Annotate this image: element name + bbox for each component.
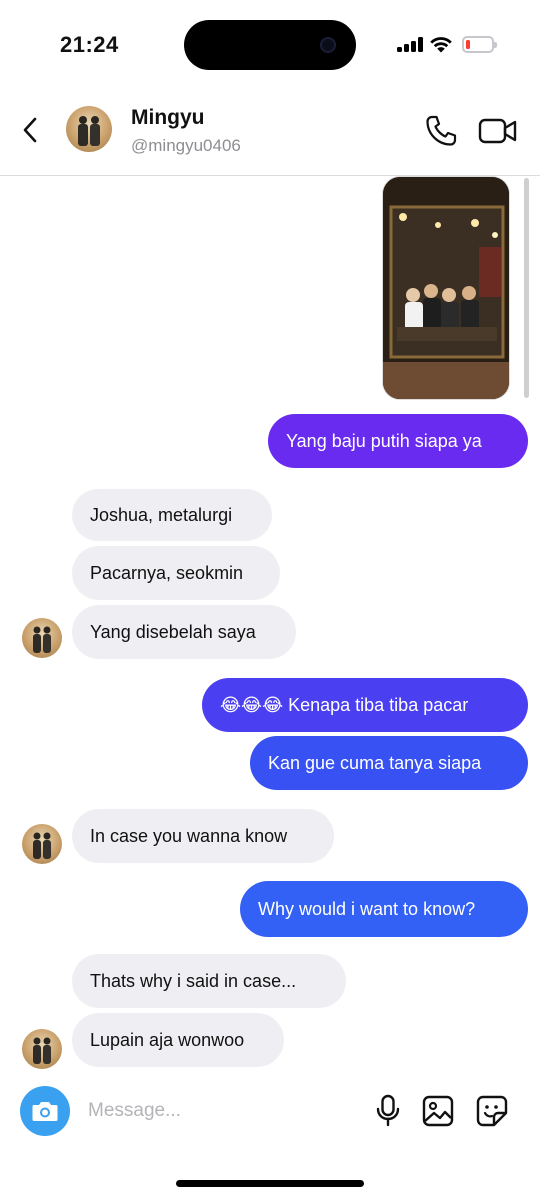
video-call-button[interactable] xyxy=(478,116,518,146)
back-button[interactable] xyxy=(16,112,44,148)
front-camera-icon xyxy=(320,37,336,53)
message-bubble-incoming[interactable]: Pacarnya, seokmin xyxy=(72,546,280,600)
contact-avatar[interactable] xyxy=(66,106,112,152)
camera-button[interactable] xyxy=(20,1086,70,1136)
image-icon xyxy=(422,1095,454,1127)
voice-call-button[interactable] xyxy=(424,114,458,148)
camera-icon xyxy=(32,1102,58,1121)
message-bubble-outgoing[interactable]: 😂😂😂 Kenapa tiba tiba pacar xyxy=(202,678,528,732)
shared-photo[interactable] xyxy=(382,176,510,400)
microphone-icon xyxy=(376,1094,400,1127)
message-bubble-incoming[interactable]: In case you wanna know xyxy=(72,809,334,863)
status-time: 21:24 xyxy=(60,32,119,57)
battery-low-icon xyxy=(462,36,497,53)
sticker-icon xyxy=(476,1095,508,1127)
contact-avatar-small[interactable] xyxy=(22,824,62,864)
wifi-icon xyxy=(430,37,452,53)
contact-handle: @mingyu0406 xyxy=(131,136,241,155)
contact-avatar-small[interactable] xyxy=(22,618,62,658)
message-bubble-outgoing[interactable]: Yang baju putih siapa ya xyxy=(268,414,528,468)
message-bubble-incoming[interactable]: Yang disebelah saya xyxy=(72,605,296,659)
phone-icon xyxy=(426,115,457,146)
gallery-button[interactable] xyxy=(422,1095,454,1127)
cellular-signal-icon xyxy=(397,36,425,52)
home-indicator[interactable] xyxy=(176,1180,364,1187)
message-thread[interactable]: Yang baju putih siapa ya Joshua, metalur… xyxy=(0,176,540,1078)
message-bubble-incoming[interactable]: Lupain aja wonwoo xyxy=(72,1013,284,1067)
message-composer xyxy=(0,1080,540,1140)
message-bubble-incoming[interactable]: Thats why i said in case... xyxy=(72,954,346,1008)
dynamic-island xyxy=(184,20,356,70)
contact-avatar-small[interactable] xyxy=(22,1029,62,1069)
status-bar: 21:24 xyxy=(0,0,540,92)
scrollbar[interactable] xyxy=(524,178,529,398)
contact-name[interactable]: Mingyu xyxy=(131,106,205,130)
message-bubble-incoming[interactable]: Joshua, metalurgi xyxy=(72,489,272,541)
message-input[interactable] xyxy=(88,1092,358,1130)
message-bubble-outgoing[interactable]: Kan gue cuma tanya siapa xyxy=(250,736,528,790)
chevron-left-icon xyxy=(23,117,37,143)
chat-header: Mingyu @mingyu0406 xyxy=(0,92,540,176)
message-bubble-outgoing[interactable]: Why would i want to know? xyxy=(240,881,528,937)
video-camera-icon xyxy=(478,118,517,144)
voice-message-button[interactable] xyxy=(374,1094,402,1128)
sticker-button[interactable] xyxy=(476,1095,508,1127)
